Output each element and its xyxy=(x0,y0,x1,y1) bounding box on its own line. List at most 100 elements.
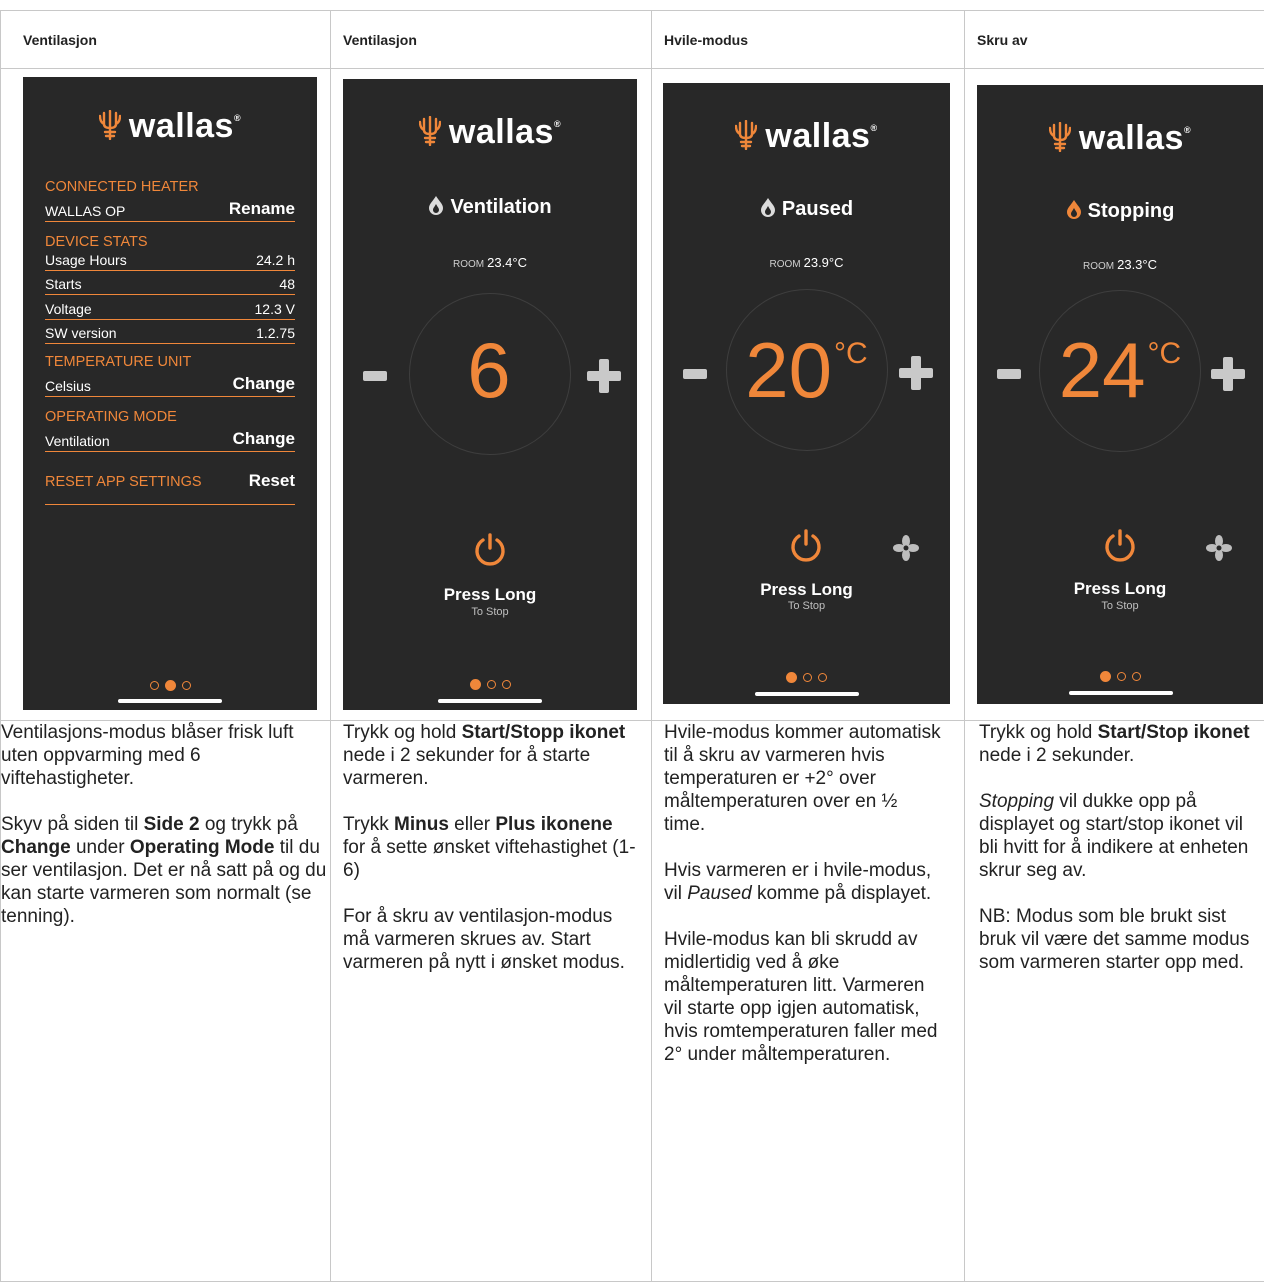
plus-button[interactable] xyxy=(587,359,621,393)
plus-button[interactable] xyxy=(1211,357,1245,391)
paragraph: Trykk og hold Start/Stop ikonet nede i 2… xyxy=(979,721,1264,767)
page-indicator xyxy=(23,677,317,695)
paragraph: Hvile-modus kan bli skrudd av midlertidi… xyxy=(664,928,942,1066)
change-operating-mode-button[interactable]: Change xyxy=(233,429,295,449)
status-label: Ventilation xyxy=(343,195,637,219)
paragraph: Hvis varmeren er i hvile-modus, vil Paus… xyxy=(664,859,942,905)
power-icon[interactable] xyxy=(473,533,507,567)
screenshot-cell: wallas® Stopping ROOM23.3°C 24°C Press L… xyxy=(965,69,1264,721)
room-temperature: ROOM23.9°C xyxy=(663,255,950,270)
page-dot-active[interactable] xyxy=(165,680,176,691)
minus-button[interactable] xyxy=(997,369,1021,379)
description-cell: Trykk og hold Start/Stopp ikonet nede i … xyxy=(331,721,652,1282)
stopping-phone-screen: wallas® Stopping ROOM23.3°C 24°C Press L… xyxy=(977,85,1263,704)
temperature-unit-title: TEMPERATURE UNIT xyxy=(45,352,295,370)
doc-table: Ventilasjon Ventilasjon Hvile-modus Skru… xyxy=(0,10,1264,1282)
page-dot-active[interactable] xyxy=(470,679,481,690)
stat-value: 48 xyxy=(279,276,295,292)
flame-icon xyxy=(1066,199,1082,219)
column-header: Hvile-modus xyxy=(652,11,965,69)
device-stats-title: DEVICE STATS xyxy=(45,232,295,250)
wallas-mark-icon xyxy=(99,110,121,140)
wallas-mark-icon xyxy=(419,116,441,146)
page-indicator xyxy=(977,668,1263,686)
stat-value: 12.3 V xyxy=(255,301,295,317)
wallas-mark-icon xyxy=(1049,122,1071,152)
temperature-unit-value: Celsius xyxy=(45,378,91,394)
stat-value: 1.2.75 xyxy=(256,325,295,341)
description-cell: Hvile-modus kommer automatisk til å skru… xyxy=(652,721,965,1282)
flame-icon xyxy=(760,197,776,217)
page-dot[interactable] xyxy=(1132,672,1141,681)
stat-row: Starts 48 xyxy=(45,271,295,295)
page-dot[interactable] xyxy=(487,680,496,689)
temperature-unit-row: Celsius Change xyxy=(45,370,295,397)
page-dot-active[interactable] xyxy=(1100,671,1111,682)
plus-button[interactable] xyxy=(899,356,933,390)
stat-label: Starts xyxy=(45,276,82,292)
stat-row: Usage Hours24.2 h xyxy=(45,250,295,271)
paragraph: Trykk Minus eller Plus ikonene for å set… xyxy=(343,813,637,882)
description-row: Ventilasjons-modus blåser frisk luft ute… xyxy=(1,721,1264,1282)
ventilation-phone-screen: wallas® Ventilation ROOM23.4°C 6 Press L… xyxy=(343,79,637,710)
screenshot-row: wallas® CONNECTED HEATER WALLAS OP Renam… xyxy=(1,69,1264,721)
paragraph: Hvile-modus kommer automatisk til å skru… xyxy=(664,721,942,836)
reset-row: RESET APP SETTINGS Reset xyxy=(45,452,295,505)
wallas-logo: wallas® xyxy=(343,113,637,152)
home-indicator[interactable] xyxy=(1069,691,1173,695)
stat-label: SW version xyxy=(45,325,117,341)
page-dot[interactable] xyxy=(803,673,812,682)
stat-row: SW version 1.2.75 xyxy=(45,320,295,344)
room-temperature: ROOM23.3°C xyxy=(977,257,1263,272)
page-dot[interactable] xyxy=(818,673,827,682)
page-indicator xyxy=(663,669,950,687)
home-indicator[interactable] xyxy=(438,699,542,703)
reset-button[interactable]: Reset xyxy=(249,471,295,491)
screenshot-cell: wallas® Ventilation ROOM23.4°C 6 Press L… xyxy=(331,69,652,721)
page-dot[interactable] xyxy=(502,680,511,689)
press-long-label: Press Long xyxy=(977,579,1263,599)
to-stop-label: To Stop xyxy=(977,600,1263,612)
press-long-label: Press Long xyxy=(663,580,950,600)
heater-row: WALLAS OP Rename xyxy=(45,195,295,222)
minus-button[interactable] xyxy=(363,371,387,381)
minus-button[interactable] xyxy=(683,369,707,379)
paragraph: Skyv på siden til Side 2 og trykk på Cha… xyxy=(1,813,330,928)
settings-phone-screen: wallas® CONNECTED HEATER WALLAS OP Renam… xyxy=(23,77,317,710)
paragraph: Trykk og hold Start/Stopp ikonet nede i … xyxy=(343,721,637,790)
change-temperature-unit-button[interactable]: Change xyxy=(233,374,295,394)
stat-value: 24.2 h xyxy=(256,252,295,268)
power-icon[interactable] xyxy=(789,529,823,563)
to-stop-label: To Stop xyxy=(663,600,950,612)
home-indicator[interactable] xyxy=(118,699,222,703)
connected-heater-title: CONNECTED HEATER xyxy=(45,177,295,195)
wallas-mark-icon xyxy=(735,120,757,150)
stat-label: Voltage xyxy=(45,301,92,317)
page-dot-active[interactable] xyxy=(786,672,797,683)
page-dot[interactable] xyxy=(182,681,191,690)
paragraph: Stopping vil dukke opp på displayet og s… xyxy=(979,790,1264,882)
paused-phone-screen: wallas® Paused ROOM23.9°C 20°C Press Lon… xyxy=(663,83,950,704)
page-indicator xyxy=(343,676,637,694)
page-dot[interactable] xyxy=(1117,672,1126,681)
description-cell: Trykk og hold Start/Stop ikonet nede i 2… xyxy=(965,721,1264,1282)
header-row: Ventilasjon Ventilasjon Hvile-modus Skru… xyxy=(1,11,1264,69)
screenshot-cell: wallas® Paused ROOM23.9°C 20°C Press Lon… xyxy=(652,69,965,721)
rename-button[interactable]: Rename xyxy=(229,199,295,219)
column-header: Ventilasjon xyxy=(331,11,652,69)
home-indicator[interactable] xyxy=(755,692,859,696)
page-dot[interactable] xyxy=(150,681,159,690)
description-cell: Ventilasjons-modus blåser frisk luft ute… xyxy=(1,721,331,1282)
to-stop-label: To Stop xyxy=(343,606,637,618)
wallas-logo: wallas® xyxy=(977,119,1263,158)
settings-list: CONNECTED HEATER WALLAS OP Rename DEVICE… xyxy=(45,177,295,505)
operating-mode-title: OPERATING MODE xyxy=(45,407,295,425)
operating-mode-value: Ventilation xyxy=(45,433,110,449)
wallas-logo: wallas® xyxy=(663,117,950,156)
screenshot-cell: wallas® CONNECTED HEATER WALLAS OP Renam… xyxy=(1,69,331,721)
fan-icon[interactable] xyxy=(1206,535,1232,561)
power-icon[interactable] xyxy=(1103,529,1137,563)
fan-icon[interactable] xyxy=(893,535,919,561)
heater-name: WALLAS OP xyxy=(45,203,125,219)
paragraph: Ventilasjons-modus blåser frisk luft ute… xyxy=(1,721,330,790)
